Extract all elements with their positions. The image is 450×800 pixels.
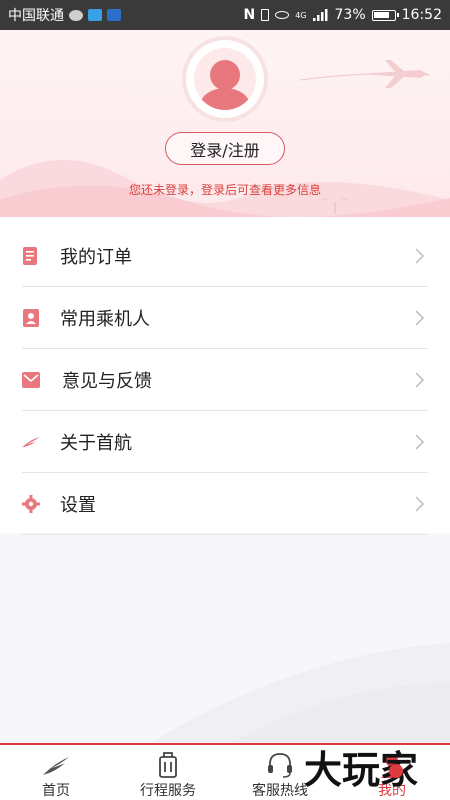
airline-logo-icon: [22, 433, 40, 451]
menu-item-label: 我的订单: [60, 246, 132, 268]
signal-icon: [312, 9, 328, 21]
nfc-icon: N: [243, 7, 256, 23]
profile-header: 登录/注册 您还未登录，登录后可查看更多信息: [0, 30, 450, 217]
app-notification-icon: [88, 9, 102, 21]
menu-item-settings[interactable]: 设置: [22, 473, 428, 535]
nav-label: 首页: [42, 783, 70, 799]
menu-item-about[interactable]: 关于首航: [22, 411, 428, 473]
watermark-logo: 大玩家: [304, 748, 418, 792]
menu-item-label: 设置: [60, 494, 96, 516]
menu-item-label: 常用乘机人: [60, 308, 150, 330]
chevron-right-icon: [415, 309, 425, 326]
battery-percent: 73%: [334, 7, 366, 23]
battery-icon: [371, 9, 399, 21]
order-icon: [22, 246, 40, 265]
vibrate-icon: [261, 9, 270, 21]
chevron-right-icon: [415, 371, 425, 388]
app-notification-icon-2: [107, 9, 121, 21]
login-hint: 您还未登录，登录后可查看更多信息: [128, 183, 321, 197]
clock: 16:52: [401, 7, 442, 23]
gear-icon: [22, 494, 40, 513]
chevron-right-icon: [415, 495, 425, 512]
chevron-right-icon: [415, 433, 425, 450]
menu-list: 我的订单 常用乘机人 意见与反馈 关于首航 设置: [0, 217, 450, 535]
default-avatar-icon: [194, 48, 256, 110]
eye-icon: [275, 11, 290, 19]
home-logo-icon: [43, 757, 69, 775]
feedback-icon: [22, 371, 40, 389]
wechat-icon: [69, 9, 83, 21]
carrier-name: 中国联通: [8, 8, 64, 24]
menu-item-passengers[interactable]: 常用乘机人: [22, 287, 428, 349]
background-swoosh: [150, 643, 450, 743]
nav-item-home[interactable]: 首页: [0, 745, 112, 800]
login-register-button[interactable]: 登录/注册: [165, 132, 285, 165]
menu-item-feedback[interactable]: 意见与反馈: [22, 349, 428, 411]
menu-item-label: 意见与反馈: [62, 370, 152, 392]
chevron-right-icon: [415, 247, 425, 264]
nav-label: 行程服务: [140, 783, 196, 799]
menu-item-orders[interactable]: 我的订单: [22, 225, 428, 287]
luggage-icon: [159, 752, 177, 778]
nav-item-trip-service[interactable]: 行程服务: [112, 745, 224, 800]
menu-item-label: 关于首航: [60, 432, 132, 454]
network-type: 4G: [295, 10, 307, 20]
airplane-icon: [360, 60, 428, 88]
avatar[interactable]: [186, 40, 264, 118]
passenger-icon: [22, 308, 40, 327]
headset-icon: [268, 753, 292, 778]
status-bar: 中国联通 N 4G 73% 16:52: [0, 0, 450, 30]
